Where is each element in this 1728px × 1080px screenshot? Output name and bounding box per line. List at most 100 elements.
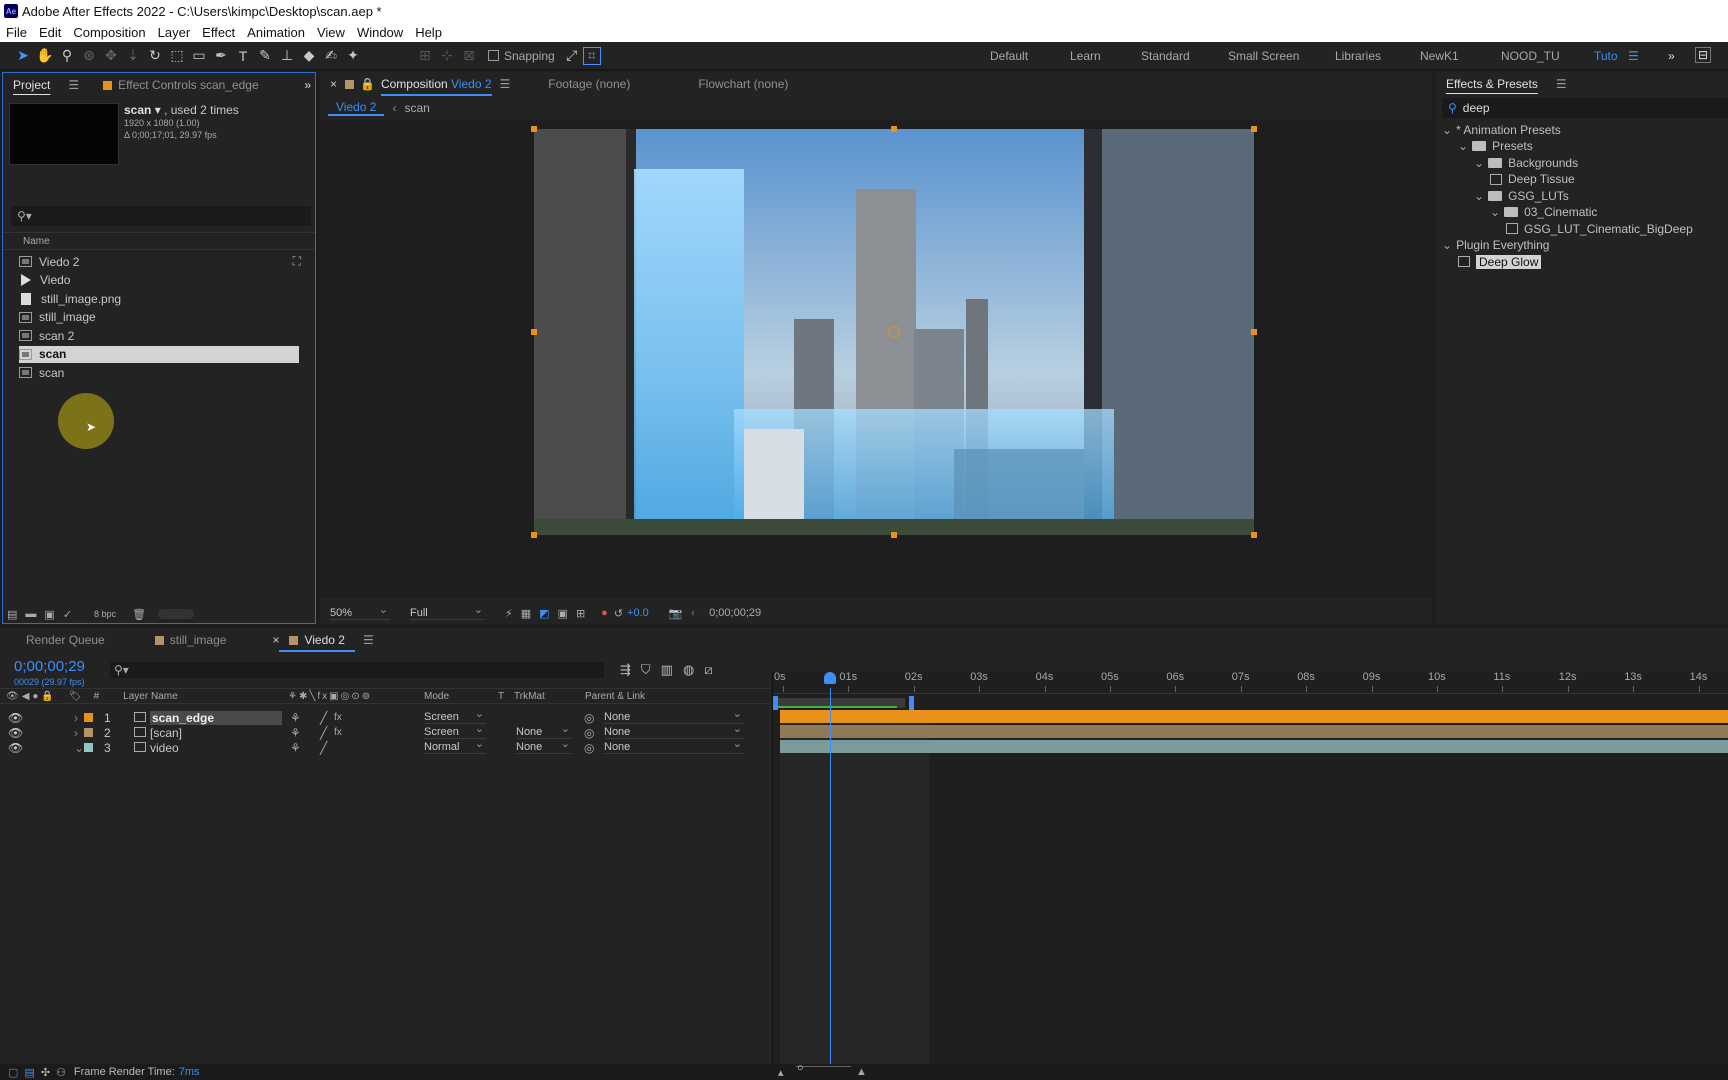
workspace-nood-tu[interactable]: NOOD_TU xyxy=(1501,49,1560,63)
transform-handle[interactable] xyxy=(891,126,897,132)
effects-tree-item[interactable]: ⌄ GSG_LUTs xyxy=(1474,188,1569,203)
puppet-tool-icon[interactable]: ✦ xyxy=(342,45,364,67)
column-layer-name[interactable]: Layer Name xyxy=(123,691,177,702)
flowchart-icon[interactable]: ⛶ xyxy=(293,254,301,269)
region-of-interest-icon[interactable]: ▣ xyxy=(558,607,568,620)
menu-view[interactable]: View xyxy=(311,25,351,40)
new-comp-icon[interactable]: ▣ xyxy=(44,608,54,621)
layer-bar-scan[interactable] xyxy=(780,725,1728,738)
visibility-eye-icon[interactable]: 👁 xyxy=(8,726,23,740)
snapping-checkbox[interactable] xyxy=(488,50,499,61)
breadcrumb-next[interactable]: scan xyxy=(404,101,429,115)
hand-tool-icon[interactable]: ✋ xyxy=(34,45,56,67)
pick-whip-icon[interactable]: ◎ xyxy=(584,711,594,725)
tab-effects-presets[interactable]: Effects & Presets xyxy=(1436,77,1548,91)
menu-composition[interactable]: Composition xyxy=(67,25,151,40)
transform-handle[interactable] xyxy=(1251,329,1257,335)
timeline-search[interactable]: ⚲▾ xyxy=(110,662,604,678)
selection-tool-icon[interactable]: ➤ xyxy=(12,45,34,67)
tab-project[interactable]: Project xyxy=(3,78,60,92)
track-matte-dropdown[interactable]: None xyxy=(516,737,572,754)
transform-handle[interactable] xyxy=(531,532,537,538)
local-axis-icon[interactable]: ⊞ xyxy=(414,45,436,67)
delete-icon[interactable]: 🗑 xyxy=(132,608,146,621)
av-switches-icon[interactable]: 👁◀●🔒 xyxy=(6,691,57,702)
channels-icon[interactable]: ● xyxy=(601,607,608,619)
disclosure-triangle-icon[interactable]: ⌄ xyxy=(1474,189,1484,203)
parent-dropdown[interactable]: None xyxy=(604,707,744,724)
snapshot-icon[interactable]: 📷 xyxy=(669,607,683,620)
tab-effect-controls[interactable]: Effect Controls scan_edge xyxy=(118,78,259,92)
effects-tree-item[interactable]: Deep Glow xyxy=(1458,254,1542,269)
disclosure-triangle-icon[interactable]: ⌄ xyxy=(1442,123,1452,137)
clone-stamp-tool-icon[interactable]: ⊥ xyxy=(276,45,298,67)
layer-row[interactable]: 👁›1scan_edge⚘╱fxScreen◎None xyxy=(0,707,770,725)
world-axis-icon[interactable]: ⊹ xyxy=(436,45,458,67)
tab-still-image[interactable]: still_image xyxy=(170,633,227,647)
layer-name[interactable]: scan_edge xyxy=(150,710,282,725)
pan-tool-icon[interactable]: ✥ xyxy=(100,45,122,67)
menu-file[interactable]: File xyxy=(0,25,33,40)
workspace-newk1[interactable]: NewK1 xyxy=(1420,49,1459,63)
workspace-default[interactable]: Default xyxy=(990,49,1028,63)
disclosure-triangle-icon[interactable]: ⌄ xyxy=(1474,156,1484,170)
layer-name[interactable]: [scan] xyxy=(150,726,182,740)
snap-target-icon[interactable]: ⌗ xyxy=(582,46,601,65)
eraser-tool-icon[interactable]: ◆ xyxy=(298,45,320,67)
playhead-handle[interactable] xyxy=(823,672,836,684)
zoom-dropdown[interactable]: 50% xyxy=(330,603,390,620)
effects-search[interactable]: ⚲ deep xyxy=(1442,98,1728,118)
workspace-standard[interactable]: Standard xyxy=(1141,49,1190,63)
visibility-eye-icon[interactable]: 👁 xyxy=(8,741,23,755)
viewer-timecode[interactable]: 0;00;00;29 xyxy=(709,607,761,619)
blend-mode-dropdown[interactable]: Normal xyxy=(424,737,486,754)
layer-label-color[interactable] xyxy=(84,743,93,752)
playhead-line[interactable] xyxy=(829,688,831,1066)
project-item[interactable]: Viedo xyxy=(19,272,301,289)
layer-label-color[interactable] xyxy=(84,728,93,737)
resolution-dropdown[interactable]: Full xyxy=(410,603,485,620)
zoom-slider-handle[interactable]: ○ xyxy=(797,1062,804,1074)
pick-whip-icon[interactable]: ◎ xyxy=(584,741,594,755)
expand-layer-icon[interactable]: › xyxy=(74,726,78,740)
pick-whip-icon[interactable]: ◎ xyxy=(584,726,594,740)
pan-behind-tool-icon[interactable]: ⬚ xyxy=(166,45,188,67)
project-item[interactable]: scan xyxy=(19,364,301,381)
menu-window[interactable]: Window xyxy=(351,25,409,40)
menu-effect[interactable]: Effect xyxy=(196,25,241,40)
project-item[interactable]: scan 2 xyxy=(19,327,301,344)
work-area-start-handle[interactable] xyxy=(773,696,778,710)
graph-editor-icon[interactable]: ⧄ xyxy=(704,662,712,678)
interpret-footage-icon[interactable]: ▤ xyxy=(7,608,17,621)
effects-tree-item[interactable]: ⌄ Plugin Everything xyxy=(1442,238,1549,253)
zoom-out-icon[interactable]: ▴ xyxy=(778,1066,784,1079)
column-name[interactable]: Name xyxy=(23,236,50,247)
layer-name[interactable]: video xyxy=(150,741,179,755)
composition-mini-flowchart-icon[interactable]: ⇶ xyxy=(620,662,631,678)
work-area-end-handle[interactable] xyxy=(909,696,914,710)
disclosure-triangle-icon[interactable]: ⌄ xyxy=(1442,238,1452,252)
transform-handle[interactable] xyxy=(891,532,897,538)
shy-switch-icon[interactable]: ⚘ xyxy=(290,726,301,740)
shy-layers-icon[interactable]: ▥ xyxy=(661,662,673,678)
menu-edit[interactable]: Edit xyxy=(33,25,67,40)
effects-tree-item[interactable]: GSG_LUT_Cinematic_BigDeep xyxy=(1506,221,1693,236)
project-item[interactable]: scan xyxy=(19,345,299,363)
tab-composition[interactable]: Composition Viedo 2 xyxy=(380,77,492,96)
show-snapshot-icon[interactable]: ◐ xyxy=(690,607,697,619)
in-out-toggle-icon[interactable]: ✣ xyxy=(41,1066,50,1079)
workspace-tuto[interactable]: Tuto xyxy=(1594,49,1618,63)
label-tag-icon[interactable]: 🏷 xyxy=(69,691,82,702)
effects-menu-icon[interactable]: ☰ xyxy=(1556,77,1567,91)
pen-tool-icon[interactable]: ✒ xyxy=(210,45,232,67)
transform-handle[interactable] xyxy=(1251,126,1257,132)
more-workspaces-icon[interactable]: » xyxy=(1668,49,1675,63)
effects-tree-item[interactable]: ⌄ * Animation Presets xyxy=(1442,122,1561,137)
transfer-controls-toggle-icon[interactable]: ▤ xyxy=(24,1066,34,1079)
layer-label-color[interactable] xyxy=(84,713,93,722)
rectangle-tool-icon[interactable]: ▭ xyxy=(188,45,210,67)
expand-layer-icon[interactable]: › xyxy=(74,711,78,725)
layer-row[interactable]: 👁 ⌄ 3 video ⚘ ╱ Normal None ◎ None xyxy=(0,737,770,755)
quality-switch-icon[interactable]: ╱ xyxy=(320,711,327,725)
dolly-tool-icon[interactable]: ⇣ xyxy=(122,45,144,67)
